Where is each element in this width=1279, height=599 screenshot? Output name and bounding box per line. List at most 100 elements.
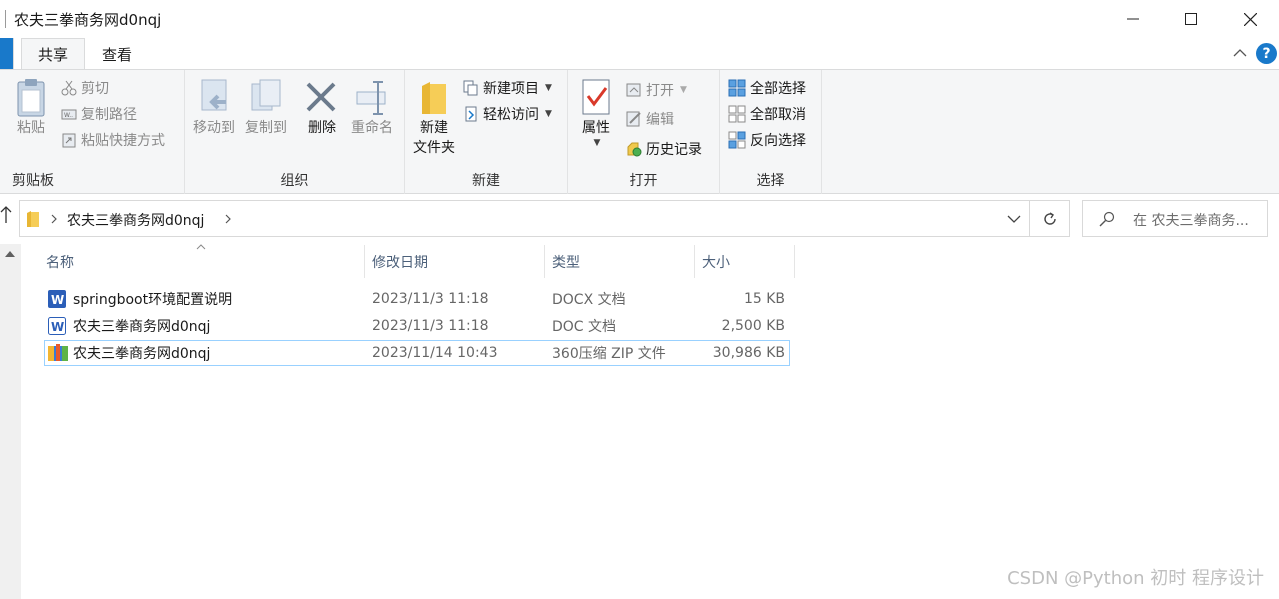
close-button[interactable]	[1221, 0, 1279, 38]
search-icon	[1099, 211, 1115, 227]
tab-share[interactable]: 共享	[21, 38, 85, 70]
history-label: 历史记录	[646, 142, 702, 158]
file-type: DOC 文档	[552, 319, 617, 335]
new-folder-button[interactable]: 新建 文件夹	[409, 78, 459, 157]
search-placeholder: 在 农夫三拳商务...	[1133, 213, 1249, 229]
properties-label: 属性	[582, 120, 610, 136]
group-label-new: 新建	[472, 173, 500, 189]
file-date: 2023/11/14 10:43	[372, 345, 498, 361]
select-none-label: 全部取消	[750, 107, 806, 123]
paste-shortcut-label: 粘贴快捷方式	[81, 133, 165, 149]
paste-button[interactable]: 粘贴	[12, 78, 50, 139]
ribbon-tabs: 共享 查看 ?	[0, 38, 1279, 70]
select-all-label: 全部选择	[750, 81, 806, 97]
chevron-down-icon: ▼	[545, 109, 552, 119]
delete-label: 删除	[308, 120, 336, 136]
refresh-button[interactable]	[1030, 200, 1070, 237]
group-organize: 移动到 复制到 删除 重命名 组织	[185, 70, 405, 194]
window-title: 农夫三拳商务网d0nqj	[14, 11, 162, 29]
easy-access-icon	[465, 106, 477, 122]
easy-access-label: 轻松访问	[483, 107, 539, 123]
rename-button[interactable]: 重命名	[347, 78, 397, 139]
address-bar[interactable]: 农夫三拳商务网d0nqj	[19, 200, 1030, 237]
history-button[interactable]: 历史记录	[626, 137, 702, 161]
edit-button[interactable]: 编辑	[626, 107, 674, 131]
file-row[interactable]: W 农夫三拳商务网d0nqj 2023/11/3 11:18 DOC 文档 2,…	[44, 313, 790, 339]
invert-selection-label: 反向选择	[750, 133, 806, 149]
new-folder-label-1: 新建	[420, 120, 448, 136]
search-box[interactable]: 在 农夫三拳商务...	[1082, 200, 1268, 237]
select-all-button[interactable]: 全部选择	[728, 76, 806, 100]
new-folder-icon	[422, 82, 446, 114]
folder-icon	[27, 211, 39, 227]
column-header-size-label: 大小	[702, 254, 730, 271]
tab-view[interactable]: 查看	[90, 38, 144, 70]
chevron-right-icon[interactable]	[224, 214, 232, 224]
help-icon: ?	[1262, 45, 1271, 62]
file-name: springboot环境配置说明	[73, 292, 233, 308]
help-button[interactable]: ?	[1256, 43, 1277, 64]
chevron-up-icon	[1233, 49, 1247, 57]
group-label-open: 打开	[629, 173, 658, 189]
select-all-icon	[728, 79, 746, 97]
collapse-ribbon-button[interactable]	[1233, 46, 1247, 62]
column-header-type[interactable]: 类型	[545, 245, 695, 278]
file-type: DOCX 文档	[552, 292, 626, 308]
select-none-icon	[728, 105, 746, 123]
group-new: 新建 文件夹 新建项目 ▼ 轻松访问 ▼ 新建	[405, 70, 568, 194]
copy-path-button[interactable]: W.. 复制路径	[61, 102, 137, 126]
easy-access-button[interactable]: 轻松访问 ▼	[463, 102, 552, 126]
navigation-pane-scrollbar[interactable]	[0, 244, 21, 599]
column-header-name-label: 名称	[46, 254, 74, 271]
word-icon: W	[48, 313, 66, 339]
file-row[interactable]: W springboot环境配置说明 2023/11/3 11:18 DOCX …	[44, 286, 790, 312]
svg-text:W: W	[51, 293, 64, 307]
delete-button[interactable]: 删除	[301, 78, 343, 139]
select-none-button[interactable]: 全部取消	[728, 102, 806, 126]
copy-path-icon: W..	[61, 109, 77, 120]
invert-selection-button[interactable]: 反向选择	[728, 128, 806, 152]
scroll-up-arrow-icon[interactable]	[4, 250, 16, 258]
chevron-down-icon: ▼	[545, 83, 552, 93]
open-button[interactable]: 打开 ▼	[626, 78, 687, 102]
move-to-button[interactable]: 移动到	[189, 78, 239, 139]
word-icon: W	[48, 286, 66, 312]
cut-button[interactable]: 剪切	[61, 76, 109, 100]
invert-selection-icon	[728, 131, 746, 149]
breadcrumb-current-folder[interactable]: 农夫三拳商务网d0nqj	[67, 210, 204, 230]
rename-icon	[356, 81, 386, 115]
ribbon: 粘贴 剪切 W.. 复制路径 粘贴快捷方式 剪贴板 移动到 复制到 删除 重命名…	[0, 69, 1279, 194]
file-date: 2023/11/3 11:18	[372, 318, 489, 334]
group-label-clipboard: 剪贴板	[12, 173, 54, 189]
open-icon	[626, 83, 641, 97]
paste-shortcut-icon	[62, 133, 76, 148]
properties-button[interactable]: 属性 ▼	[576, 78, 616, 148]
group-clipboard: 粘贴 剪切 W.. 复制路径 粘贴快捷方式 剪贴板	[0, 70, 185, 194]
new-item-button[interactable]: 新建项目 ▼	[463, 76, 552, 100]
minimize-button[interactable]	[1104, 0, 1162, 38]
file-row-selected[interactable]: 农夫三拳商务网d0nqj 2023/11/14 10:43 360压缩 ZIP …	[44, 340, 790, 366]
cut-label: 剪切	[81, 81, 109, 97]
column-header-name[interactable]: 名称	[39, 245, 365, 278]
arrow-up-icon	[0, 206, 12, 223]
minimize-icon	[1127, 18, 1139, 20]
up-button[interactable]	[0, 204, 14, 232]
chevron-down-icon: ▼	[593, 138, 601, 148]
paste-label: 粘贴	[17, 120, 45, 136]
title-separator	[5, 10, 6, 28]
chevron-right-icon	[51, 214, 57, 224]
refresh-icon	[1043, 211, 1056, 225]
properties-icon	[582, 79, 610, 115]
column-header-size[interactable]: 大小	[695, 245, 795, 278]
move-to-icon	[201, 79, 227, 111]
tab-file[interactable]	[0, 38, 14, 70]
paste-shortcut-button[interactable]: 粘贴快捷方式	[61, 128, 165, 152]
address-history-dropdown[interactable]	[997, 200, 1030, 237]
column-header-date[interactable]: 修改日期	[365, 245, 545, 278]
column-header-date-label: 修改日期	[372, 254, 428, 271]
scissors-icon	[61, 80, 77, 96]
title-bar: 农夫三拳商务网d0nqj	[0, 0, 1279, 38]
zip-archive-icon	[48, 340, 68, 366]
copy-to-button[interactable]: 复制到	[241, 78, 291, 139]
maximize-button[interactable]	[1162, 0, 1220, 38]
